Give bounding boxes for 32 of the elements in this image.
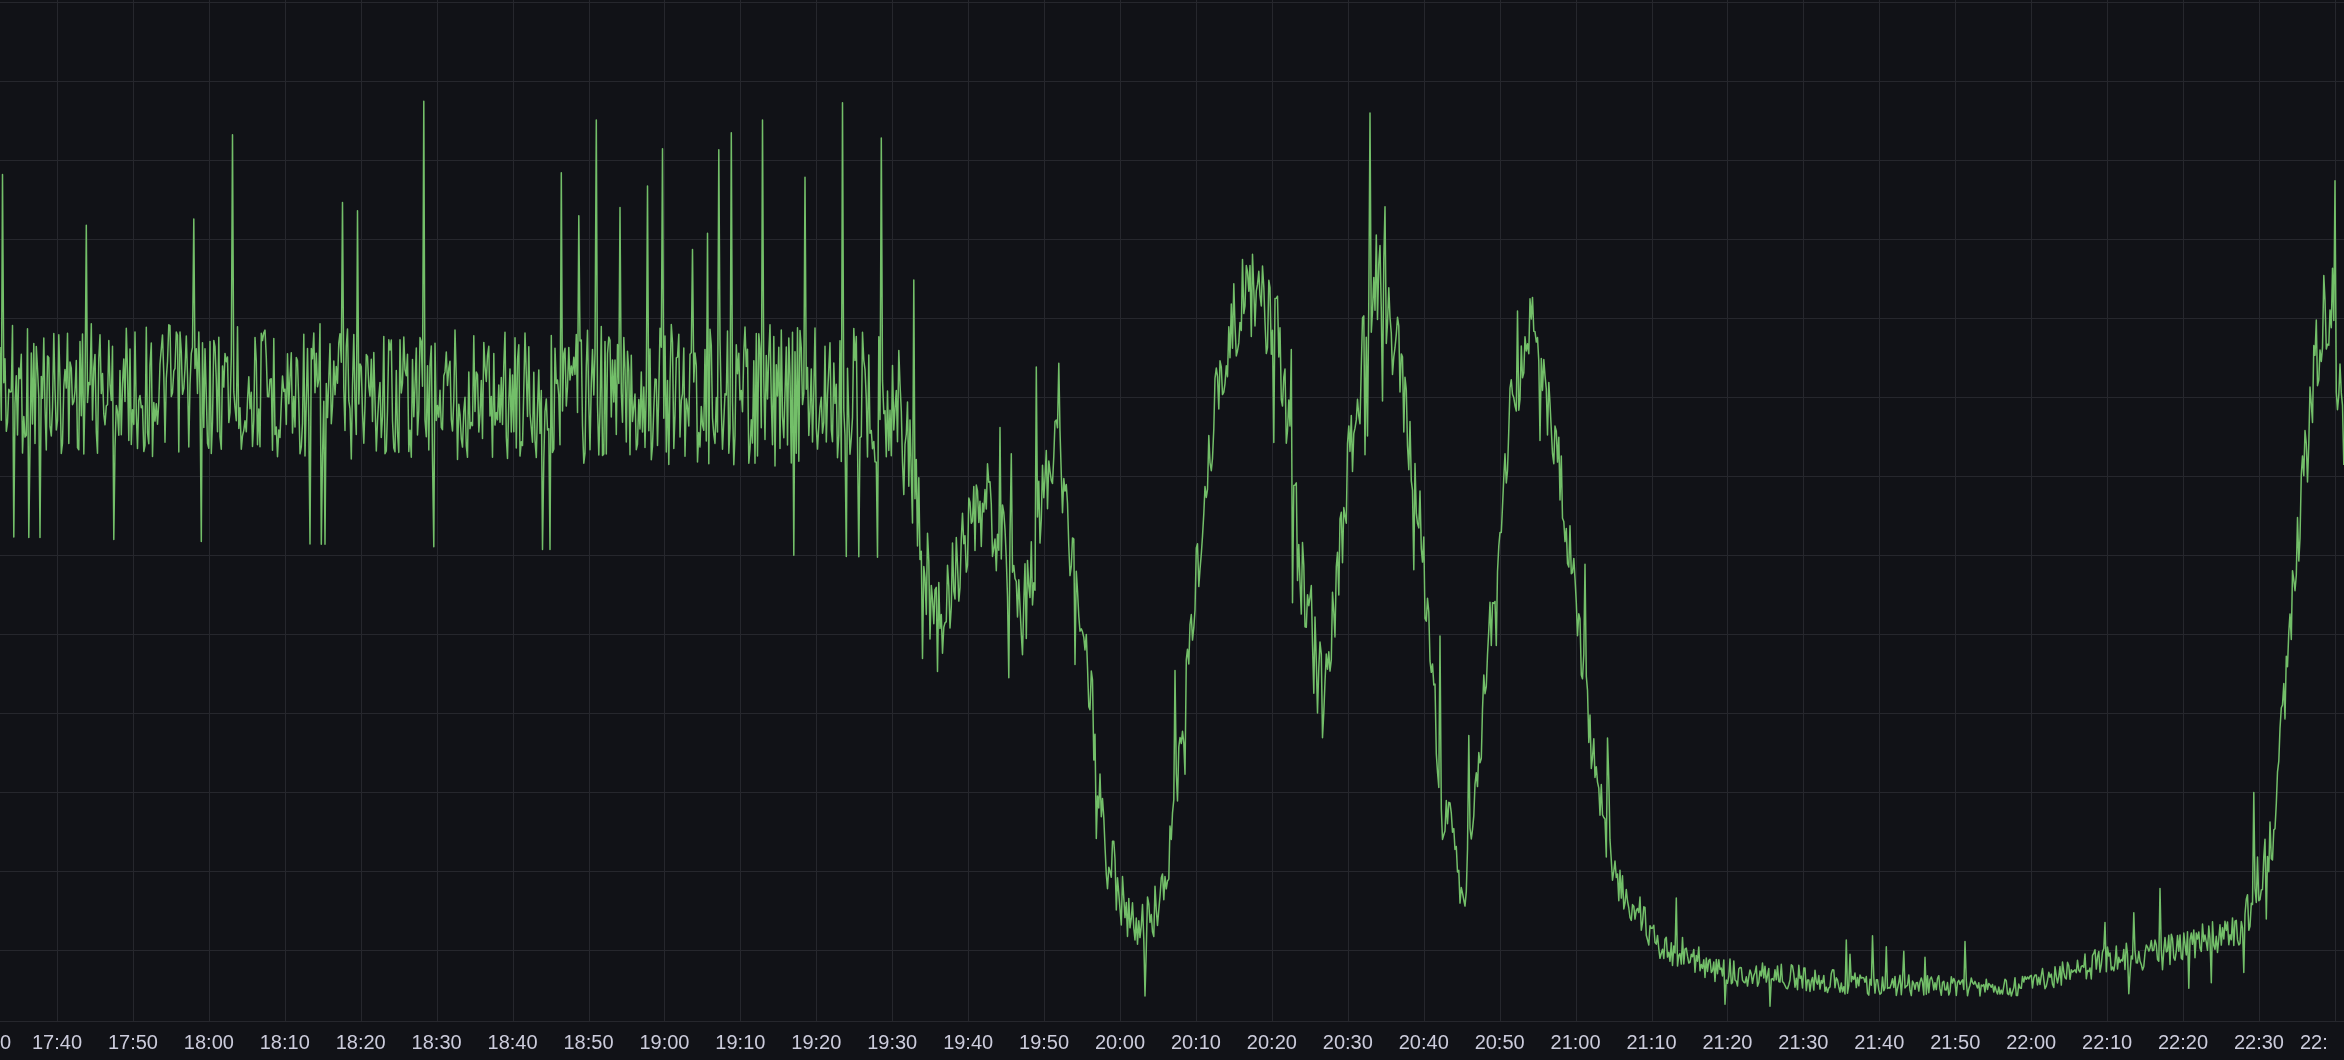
axis-label: 18:50 (563, 1030, 614, 1054)
axis-label: 17:50 (107, 1030, 158, 1054)
axis-label: 21:00 (1550, 1030, 1601, 1054)
axis-label: 18:20 (335, 1030, 386, 1054)
axis-label: 19:30 (867, 1030, 918, 1054)
axis-label: 22:30 (2233, 1030, 2284, 1054)
axis-label: 18:00 (183, 1030, 234, 1054)
axis-label: 22:10 (2082, 1030, 2133, 1054)
axis-label: 22: (2300, 1030, 2328, 1054)
axis-label: 17:40 (31, 1030, 83, 1054)
axis-label: 21:40 (1854, 1030, 1905, 1054)
axis-label: 22:20 (2158, 1030, 2209, 1054)
axis-label: 21:50 (1930, 1030, 1981, 1054)
axis-label: 20:30 (1322, 1030, 1373, 1054)
axis-label: 18:30 (411, 1030, 462, 1054)
axis-label: 20:20 (1246, 1030, 1297, 1054)
axis-label: 20:10 (1170, 1030, 1221, 1054)
axis-label: 19:10 (715, 1030, 766, 1054)
axis-label: 18:10 (259, 1030, 310, 1054)
axis-label: 21:10 (1626, 1030, 1677, 1054)
axis-label: 19:00 (639, 1030, 690, 1054)
axis-label: 18:40 (487, 1030, 538, 1054)
axis-label: 21:30 (1778, 1030, 1829, 1054)
axis-label: 19:40 (943, 1030, 994, 1054)
axis-label: 0 (0, 1030, 12, 1054)
axis-label: 20:00 (1095, 1030, 1146, 1054)
axis-label: 21:20 (1702, 1030, 1753, 1054)
axis-label: 19:50 (1019, 1030, 1070, 1054)
axis-label: 22:00 (2006, 1030, 2057, 1054)
axis-label: 20:40 (1398, 1030, 1449, 1054)
axis-label: 20:50 (1474, 1030, 1525, 1054)
axis-label: 19:20 (791, 1030, 842, 1054)
